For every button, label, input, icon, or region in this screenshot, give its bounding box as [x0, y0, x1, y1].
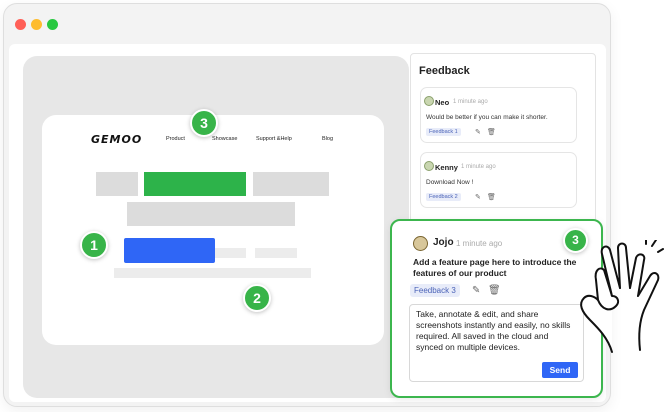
send-button[interactable]: Send: [542, 362, 578, 378]
feedback-panel-title: Feedback: [419, 65, 470, 77]
avatar: [424, 161, 434, 171]
ok-hand-icon: [580, 240, 664, 353]
trash-icon[interactable]: 🗑: [487, 128, 496, 137]
edit-icon[interactable]: ✎: [475, 128, 481, 137]
website-mockup: GEMOO Product Showcase Support &Help Blo…: [42, 115, 384, 345]
feedback-tag[interactable]: Feedback 3: [410, 284, 460, 297]
placeholder-block: [253, 172, 329, 196]
avatar: [413, 236, 428, 251]
maximize-window-button[interactable]: [47, 19, 58, 30]
nav-support[interactable]: Support &Help: [256, 136, 292, 142]
title-bar: [4, 4, 610, 40]
nav-blog[interactable]: Blog: [322, 136, 333, 142]
feedback-message: Would be better if you can make it short…: [426, 114, 548, 121]
placeholder-block: [127, 202, 295, 226]
annotation-badge-1[interactable]: 1: [80, 231, 108, 259]
preview-canvas: GEMOO Product Showcase Support &Help Blo…: [23, 56, 409, 398]
annotation-badge-3[interactable]: 3: [190, 109, 218, 137]
feedback-time: 1 minute ago: [453, 99, 488, 105]
edit-icon[interactable]: ✎: [472, 285, 480, 296]
close-window-button[interactable]: [15, 19, 26, 30]
text-line-placeholder: [114, 268, 311, 278]
site-logo: GEMOO: [91, 133, 143, 146]
nav-showcase[interactable]: Showcase: [212, 136, 237, 142]
text-line-placeholder: [255, 248, 297, 258]
feedback-tag[interactable]: Feedback 1: [426, 128, 461, 136]
feedback-user: Jojo: [433, 237, 454, 248]
feedback-message: Download Now !: [426, 179, 474, 186]
placeholder-block: [96, 172, 138, 196]
feedback-tag[interactable]: Feedback 2: [426, 193, 461, 201]
avatar: [424, 96, 434, 106]
feedback-user: Neo: [435, 98, 450, 107]
cta-button-mockup: [124, 238, 215, 263]
feedback-time: 1 minute ago: [456, 239, 503, 248]
feedback-time: 1 minute ago: [461, 164, 496, 170]
nav-product[interactable]: Product: [166, 136, 185, 142]
feedback-card[interactable]: Kenny 1 minute ago Download Now ! Feedba…: [420, 152, 577, 208]
edit-icon[interactable]: ✎: [475, 193, 481, 202]
feedback-user: Kenny: [435, 163, 458, 172]
minimize-window-button[interactable]: [31, 19, 42, 30]
highlight-block: [144, 172, 246, 196]
feedback-card[interactable]: Neo 1 minute ago Would be better if you …: [420, 87, 577, 143]
trash-icon[interactable]: 🗑: [488, 285, 501, 296]
trash-icon[interactable]: 🗑: [487, 193, 496, 202]
annotation-badge-2[interactable]: 2: [243, 284, 271, 312]
